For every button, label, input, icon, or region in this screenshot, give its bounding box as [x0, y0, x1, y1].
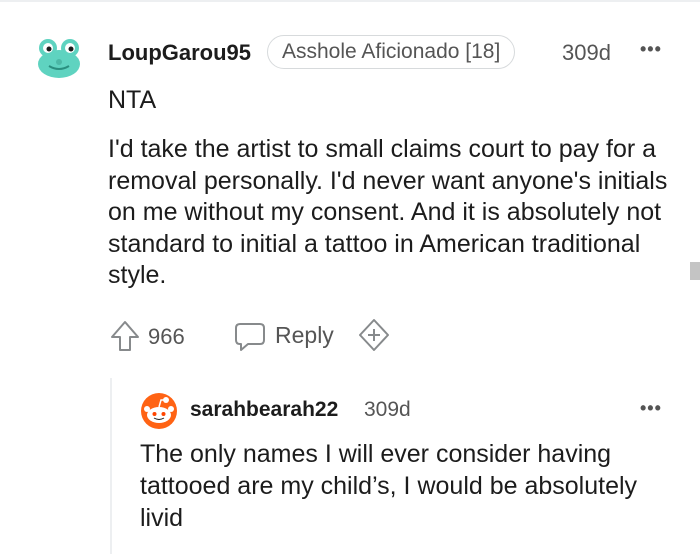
reply-bubble-icon	[235, 323, 265, 351]
upvote-count: 966	[148, 324, 185, 349]
comment-verdict: NTA	[108, 86, 157, 114]
reply-timestamp: 309d	[364, 398, 411, 421]
add-award-button[interactable]	[357, 318, 393, 354]
comment-body-text: I'd take the artist to small claims cour…	[108, 135, 668, 289]
thread-line[interactable]	[110, 378, 112, 554]
reply-button[interactable]: Reply	[234, 318, 344, 354]
add-award-icon	[359, 319, 389, 351]
comment-username[interactable]: LoupGarou95	[108, 40, 251, 66]
scrollbar-thumb[interactable]	[690, 262, 700, 280]
snoo-avatar-icon[interactable]	[140, 392, 178, 430]
user-flair: Asshole Aficionado [18]	[267, 35, 516, 69]
reply-label: Reply	[275, 322, 334, 348]
upvote-button[interactable]: 966	[110, 318, 200, 354]
frog-avatar-icon[interactable]	[36, 36, 82, 80]
upvote-arrow-icon	[111, 321, 139, 351]
more-options-icon[interactable]: •••	[640, 40, 662, 58]
comment-timestamp: 309d	[562, 40, 611, 65]
comment-body: I'd take the artist to small claims cour…	[108, 134, 668, 292]
top-divider	[0, 0, 700, 2]
more-options-icon[interactable]: •••	[640, 399, 662, 417]
reply-body: The only names I will ever consider havi…	[140, 440, 638, 532]
reply-username[interactable]: sarahbearah22	[190, 398, 338, 422]
